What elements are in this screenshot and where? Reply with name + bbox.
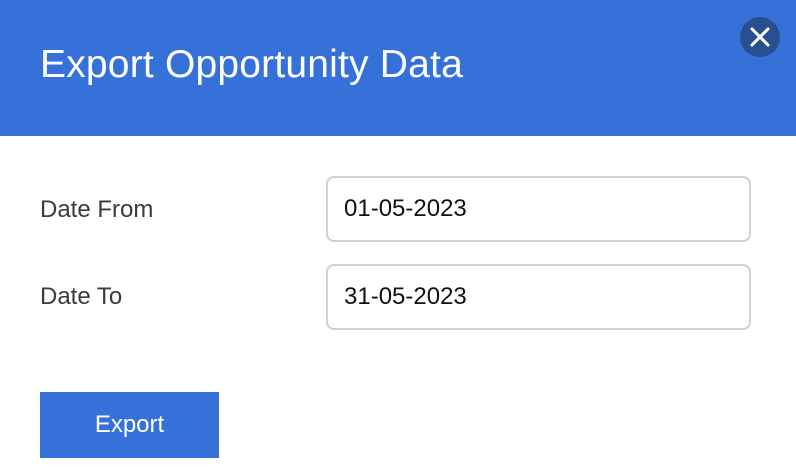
close-button[interactable]	[740, 17, 780, 57]
date-to-input[interactable]	[326, 264, 751, 330]
date-from-input[interactable]	[326, 176, 751, 242]
dialog-title: Export Opportunity Data	[40, 43, 463, 86]
export-button[interactable]: Export	[40, 392, 219, 458]
date-to-label: Date To	[40, 283, 123, 310]
close-icon	[750, 27, 770, 47]
date-from-label: Date From	[40, 196, 154, 223]
export-opportunity-dialog: Export Opportunity Data Date From Date T…	[0, 0, 796, 468]
dialog-header: Export Opportunity Data	[0, 0, 796, 136]
